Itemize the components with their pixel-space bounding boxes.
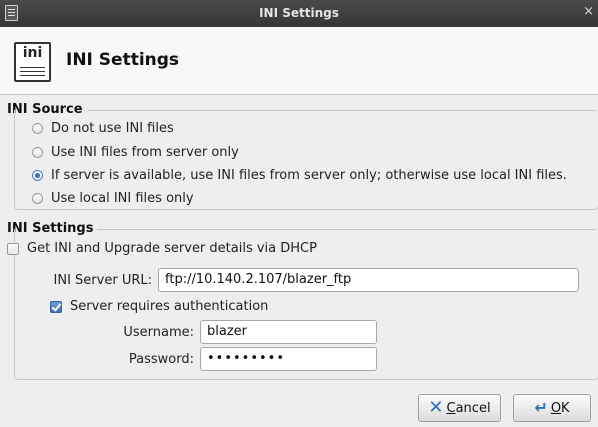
radio-label: If server is available, use INI files fr… [51,168,567,183]
window-title: INI Settings [259,6,339,20]
username-label: Username: [123,325,194,340]
cancel-x-icon: ✕ [428,397,444,418]
radio-button[interactable] [32,147,43,158]
radio-server-only[interactable]: Use INI files from server only [32,145,239,160]
dialog-header: ini INI Settings [0,27,598,95]
server-url-field[interactable]: ftp://10.140.2.107/blazer_ftp [158,268,579,292]
dhcp-checkbox[interactable] [7,242,19,255]
radio-server-fallback-local[interactable]: If server is available, use INI files fr… [32,168,567,183]
ok-label: K [561,400,570,416]
auth-checkbox[interactable] [50,300,62,313]
auth-label: Server requires authentication [70,299,269,314]
radio-button[interactable] [32,193,43,204]
cancel-label: ancel [455,400,491,416]
radio-label: Use local INI files only [51,191,194,206]
dhcp-label: Get INI and Upgrade server details via D… [27,241,317,256]
close-icon[interactable]: × [583,4,594,19]
server-url-label: INI Server URL: [53,273,152,288]
ini-file-icon: ini [14,42,51,82]
ok-button[interactable]: ↵ OK [513,394,591,422]
ini-file-icon-text: ini [22,45,43,61]
ok-mnemonic: O [550,400,562,416]
cancel-mnemonic: C [446,400,456,416]
radio-button[interactable] [32,123,43,134]
dialog-heading: INI Settings [66,50,180,70]
radio-button-selected[interactable] [32,170,43,181]
cancel-button[interactable]: ✕ Cancel [418,394,501,422]
dhcp-checkbox-row[interactable]: Get INI and Upgrade server details via D… [7,241,317,256]
password-field[interactable]: ••••••••• [200,347,377,371]
title-bar: INI Settings × [0,0,598,27]
auth-checkbox-row[interactable]: Server requires authentication [50,299,268,314]
radio-no-ini[interactable]: Do not use INI files [32,121,174,136]
radio-local-only[interactable]: Use local INI files only [32,191,194,206]
password-label: Password: [128,352,194,367]
enter-arrow-icon: ↵ [534,398,548,417]
username-field[interactable]: blazer [200,320,377,344]
radio-label: Use INI files from server only [51,145,239,160]
radio-label: Do not use INI files [51,121,174,136]
